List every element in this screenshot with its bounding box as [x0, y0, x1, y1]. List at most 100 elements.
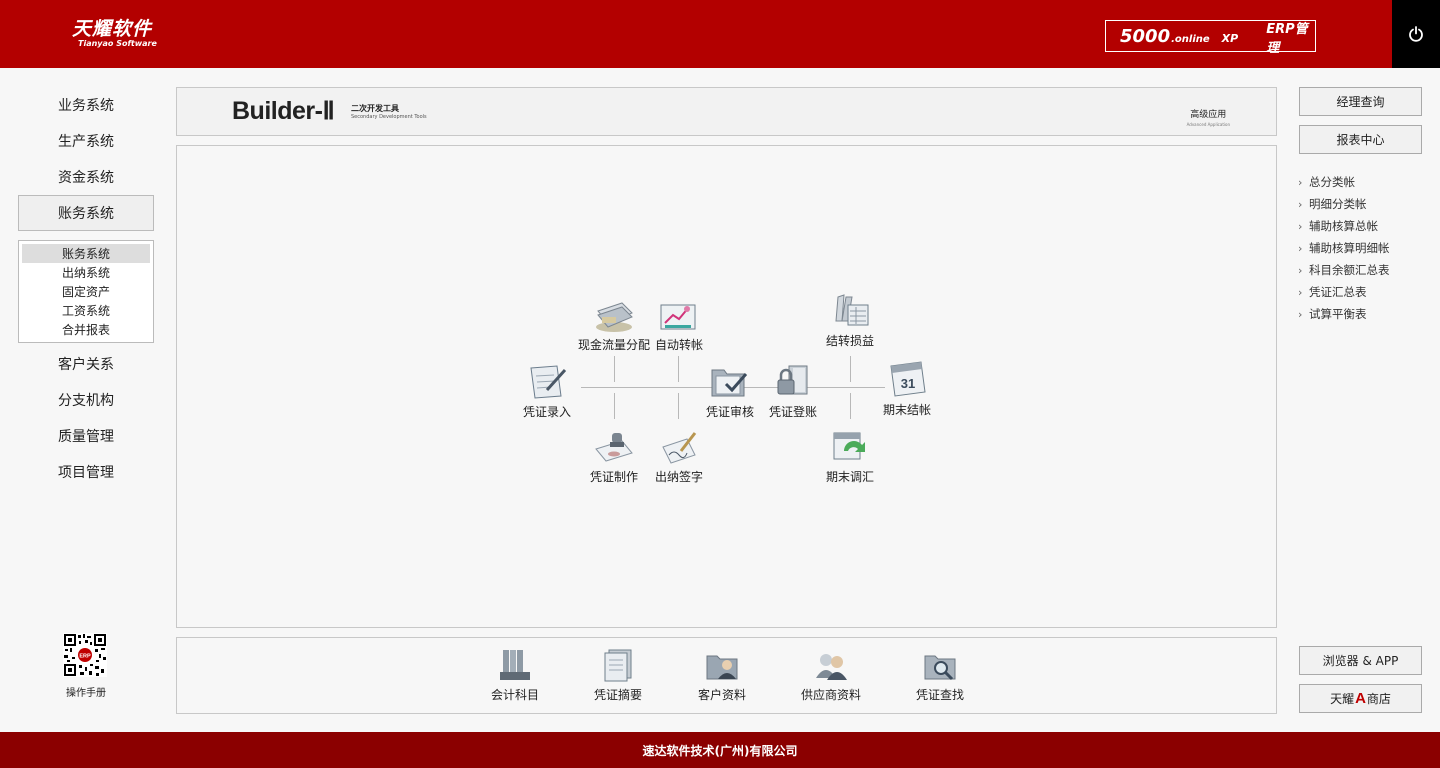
product-number: 5000: [1120, 25, 1171, 47]
chevron-right-icon: ›: [1298, 219, 1303, 233]
report-link[interactable]: › 试算平衡表: [1298, 303, 1390, 325]
flow-auto-transfer[interactable]: 自动转帐: [634, 295, 724, 353]
store-button[interactable]: 天耀 A 商店: [1299, 684, 1422, 713]
nav-accounting[interactable]: 账务系统: [18, 195, 154, 231]
report-link-label: 试算平衡表: [1309, 307, 1367, 321]
nav-business[interactable]: 业务系统: [18, 88, 154, 122]
builder-banner: Builder-Ⅱ 二次开发工具 Secondary Development T…: [176, 87, 1277, 136]
subnav-consolidated[interactable]: 合并报表: [22, 320, 150, 339]
flow-carry-pl-label: 结转损益: [825, 334, 874, 348]
tool-customers-label: 客户资料: [697, 688, 746, 702]
power-icon: [1409, 26, 1423, 42]
chevron-right-icon: ›: [1298, 197, 1303, 211]
chevron-right-icon: ›: [1298, 307, 1303, 321]
tool-customers[interactable]: 客户资料: [672, 648, 772, 703]
report-link-label: 凭证汇总表: [1309, 285, 1367, 299]
documents-icon: [604, 649, 632, 682]
header-bar: 天耀软件 Tianyao Software 5000 .online XP ER…: [0, 0, 1440, 68]
flow-period-close[interactable]: 31 期末结帐: [862, 356, 952, 418]
nav-quality[interactable]: 质量管理: [18, 419, 154, 453]
store-post-text: 商店: [1366, 692, 1391, 706]
report-link[interactable]: › 辅助核算总帐: [1298, 215, 1390, 237]
product-badge: 5000 .online XP ERP管理: [1105, 20, 1316, 56]
manual-label[interactable]: 操作手册: [56, 684, 116, 699]
power-button[interactable]: [1392, 0, 1440, 68]
store-logo-letter: A: [1355, 690, 1366, 707]
nav-crm[interactable]: 客户关系: [18, 347, 154, 381]
subnav-panel: 账务系统 出纳系统 固定资产 工资系统 合并报表: [18, 240, 154, 343]
flow-auto-transfer-label: 自动转帐: [654, 338, 703, 352]
product-xp: XP: [1221, 31, 1239, 45]
chevron-right-icon: ›: [1298, 175, 1303, 189]
ledger-books-icon: [835, 294, 869, 326]
company-name: 速达软件技术(广州)有限公司: [642, 743, 798, 758]
flow-period-adjust-label: 期末调汇: [825, 470, 874, 484]
tool-voucher-summary[interactable]: 凭证摘要: [568, 648, 668, 703]
advanced-app-link[interactable]: 高级应用 Advanced Application: [1187, 110, 1230, 130]
tool-voucher-search-label: 凭证查找: [915, 688, 964, 702]
report-link[interactable]: › 总分类帐: [1298, 171, 1390, 193]
auto-transfer-icon: [660, 304, 696, 330]
nav-branches[interactable]: 分支机构: [18, 383, 154, 417]
subnav-fixed-assets[interactable]: 固定资产: [22, 282, 150, 301]
folder-search-icon: [924, 655, 956, 681]
report-link-label: 明细分类帐: [1309, 197, 1367, 211]
binders-icon: [500, 650, 530, 680]
store-pre-text: 天耀: [1330, 692, 1355, 706]
product-online: .online: [1171, 33, 1210, 45]
flow-arrow-carry: [850, 356, 851, 382]
nav-projects[interactable]: 项目管理: [18, 455, 154, 489]
tool-accounts-label: 会计科目: [490, 688, 539, 702]
flow-period-close-label: 期末结帐: [882, 403, 931, 417]
flow-arrow-make: [614, 393, 615, 419]
chevron-right-icon: ›: [1298, 263, 1303, 277]
flow-period-adjust[interactable]: 期末调汇: [805, 427, 895, 485]
builder-subtitle: 二次开发工具 Secondary Development Tools: [351, 104, 427, 122]
suppliers-icon: [816, 654, 847, 680]
report-link-label: 总分类帐: [1309, 175, 1355, 189]
calendar-day-text: 31: [901, 376, 915, 391]
flow-arrow-sign: [678, 393, 679, 419]
tool-voucher-search[interactable]: 凭证查找: [890, 648, 990, 703]
flow-cashier-sign[interactable]: 出纳签字: [634, 427, 724, 485]
flow-carry-pl[interactable]: 结转损益: [805, 291, 895, 349]
tool-suppliers-label: 供应商资料: [800, 688, 861, 702]
subnav-cashier[interactable]: 出纳系统: [22, 263, 150, 282]
flow-voucher-entry[interactable]: 凭证录入: [502, 362, 592, 420]
tool-suppliers[interactable]: 供应商资料: [781, 648, 881, 703]
tool-voucher-summary-label: 凭证摘要: [593, 688, 642, 702]
calendar-refresh-icon: [833, 432, 865, 460]
qr-code-icon[interactable]: ERP: [63, 633, 107, 677]
customer-folder-icon: [706, 655, 738, 680]
workflow-panel: 凭证录入 现金流量分配 自动转帐 凭证制作 出纳签字 凭证审核 凭证登账 结转损…: [176, 145, 1277, 628]
sign-pen-icon: [662, 432, 697, 464]
report-link[interactable]: › 辅助核算明细帐: [1298, 237, 1390, 259]
builder-title: Builder-Ⅱ: [232, 97, 335, 125]
folder-check-icon: [711, 369, 748, 397]
footer-bar: 速达软件技术(广州)有限公司: [0, 732, 1440, 768]
report-link[interactable]: › 凭证汇总表: [1298, 281, 1390, 303]
report-link-label: 辅助核算总帐: [1309, 219, 1378, 233]
report-link[interactable]: › 科目余额汇总表: [1298, 259, 1390, 281]
lock-binder-icon: [777, 365, 808, 395]
builder-subtitle-en: Secondary Development Tools: [351, 114, 427, 120]
tool-accounts[interactable]: 会计科目: [465, 648, 565, 703]
tools-panel: 会计科目 凭证摘要 客户资料 供应商资料 凭证查找: [176, 637, 1277, 714]
nav-funds[interactable]: 资金系统: [18, 160, 154, 194]
browser-app-button[interactable]: 浏览器 & APP: [1299, 646, 1422, 675]
subnav-accounting[interactable]: 账务系统: [22, 244, 150, 263]
flow-voucher-post[interactable]: 凭证登账: [748, 362, 838, 420]
voucher-pen-icon: [530, 365, 567, 399]
manager-query-button[interactable]: 经理查询: [1299, 87, 1422, 116]
report-center-button[interactable]: 报表中心: [1299, 125, 1422, 154]
report-link-label: 辅助核算明细帐: [1309, 241, 1390, 255]
nav-production[interactable]: 生产系统: [18, 124, 154, 158]
logo-en-text: Tianyao Software: [78, 39, 157, 48]
svg-text:ERP: ERP: [79, 654, 91, 660]
report-link[interactable]: › 明细分类帐: [1298, 193, 1390, 215]
tianyao-logo: 天耀软件 Tianyao Software: [72, 18, 162, 54]
subnav-payroll[interactable]: 工资系统: [22, 301, 150, 320]
report-link-label: 科目余额汇总表: [1309, 263, 1390, 277]
cash-stack-icon: [596, 302, 633, 332]
flow-arrow-auto: [678, 356, 679, 382]
